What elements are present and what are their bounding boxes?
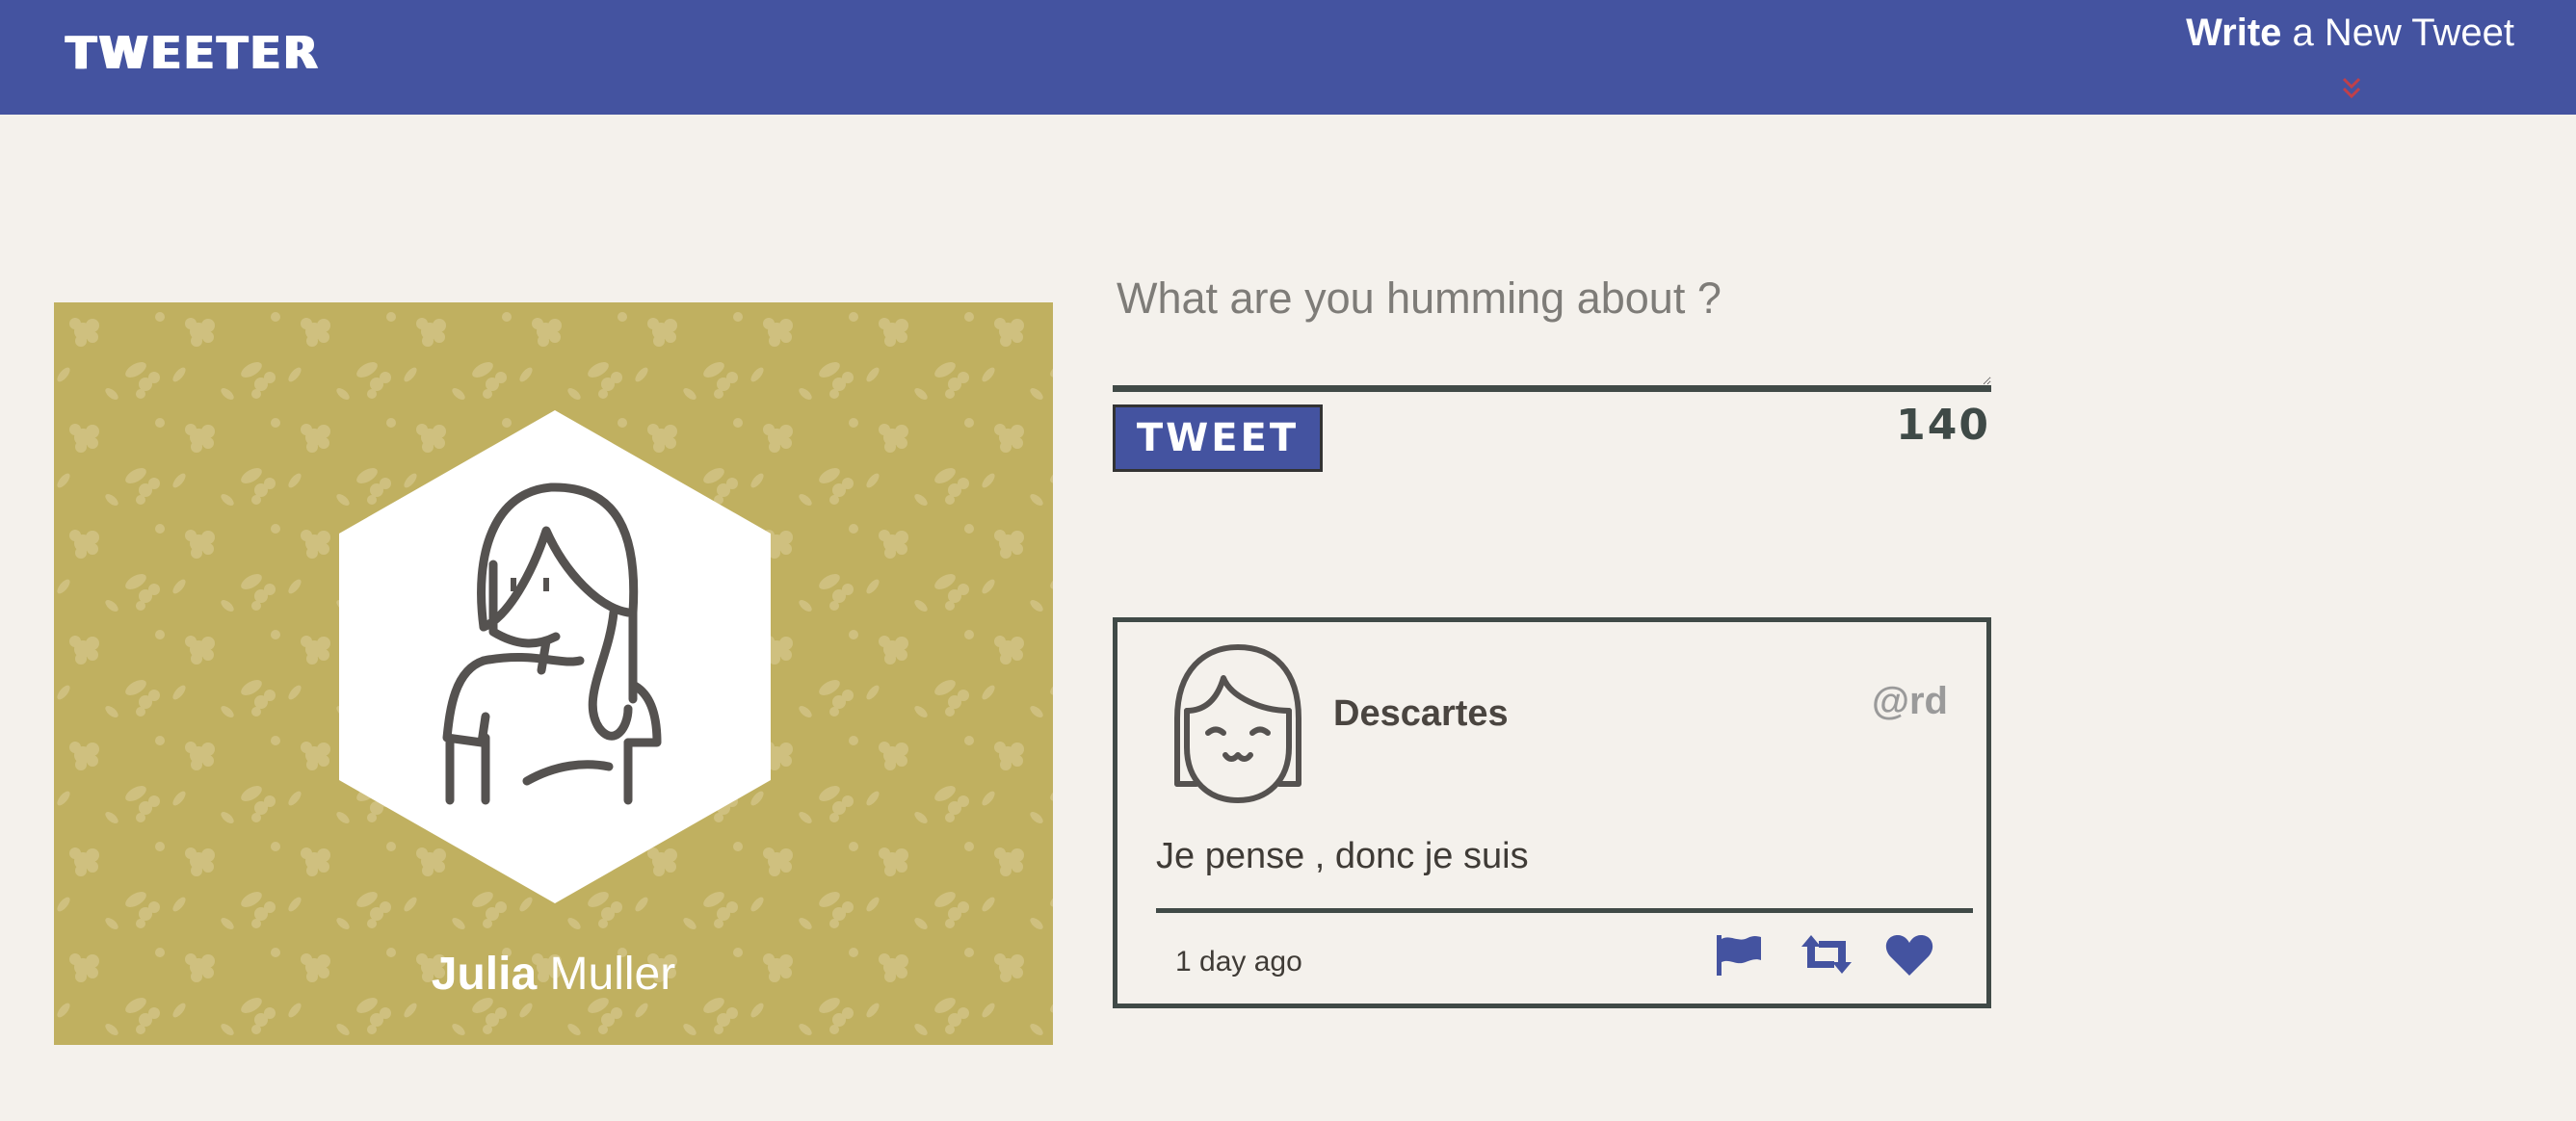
composer-divider: [1113, 385, 1991, 392]
tweet-input[interactable]: [1113, 258, 1991, 385]
character-counter: 140: [1896, 401, 1990, 450]
tweet-author-handle: @rd: [1871, 680, 1948, 722]
tweet-author-avatar: [1174, 644, 1301, 803]
tweet-author-name[interactable]: Descartes: [1333, 693, 1509, 735]
tweet-text: Je pense , donc je suis: [1156, 836, 1529, 876]
flag-icon[interactable]: [1713, 933, 1763, 976]
retweet-icon[interactable]: [1800, 933, 1853, 976]
profile-avatar: [339, 410, 771, 903]
double-chevron-down-icon[interactable]: [2341, 75, 2362, 104]
profile-name: Julia Muller: [431, 949, 676, 1000]
tweet-card: Descartes @rd Je pense , donc je suis 1 …: [1113, 617, 1991, 1008]
profile-card: Julia Muller: [54, 302, 1053, 1045]
write-new-tweet-button[interactable]: Write a New Tweet: [2158, 12, 2514, 108]
tweet-composer: [1113, 258, 1991, 393]
heart-icon[interactable]: [1884, 933, 1934, 978]
tweet-button[interactable]: TWEET: [1113, 404, 1323, 472]
tweet-footer-divider: [1156, 908, 1973, 913]
top-nav-bar: TWEETER Write a New Tweet: [0, 0, 2576, 115]
tweet-timestamp: 1 day ago: [1175, 946, 1302, 978]
brand-logo[interactable]: TWEETER: [66, 27, 320, 79]
write-new-tweet-label: Write a New Tweet: [2186, 12, 2514, 54]
